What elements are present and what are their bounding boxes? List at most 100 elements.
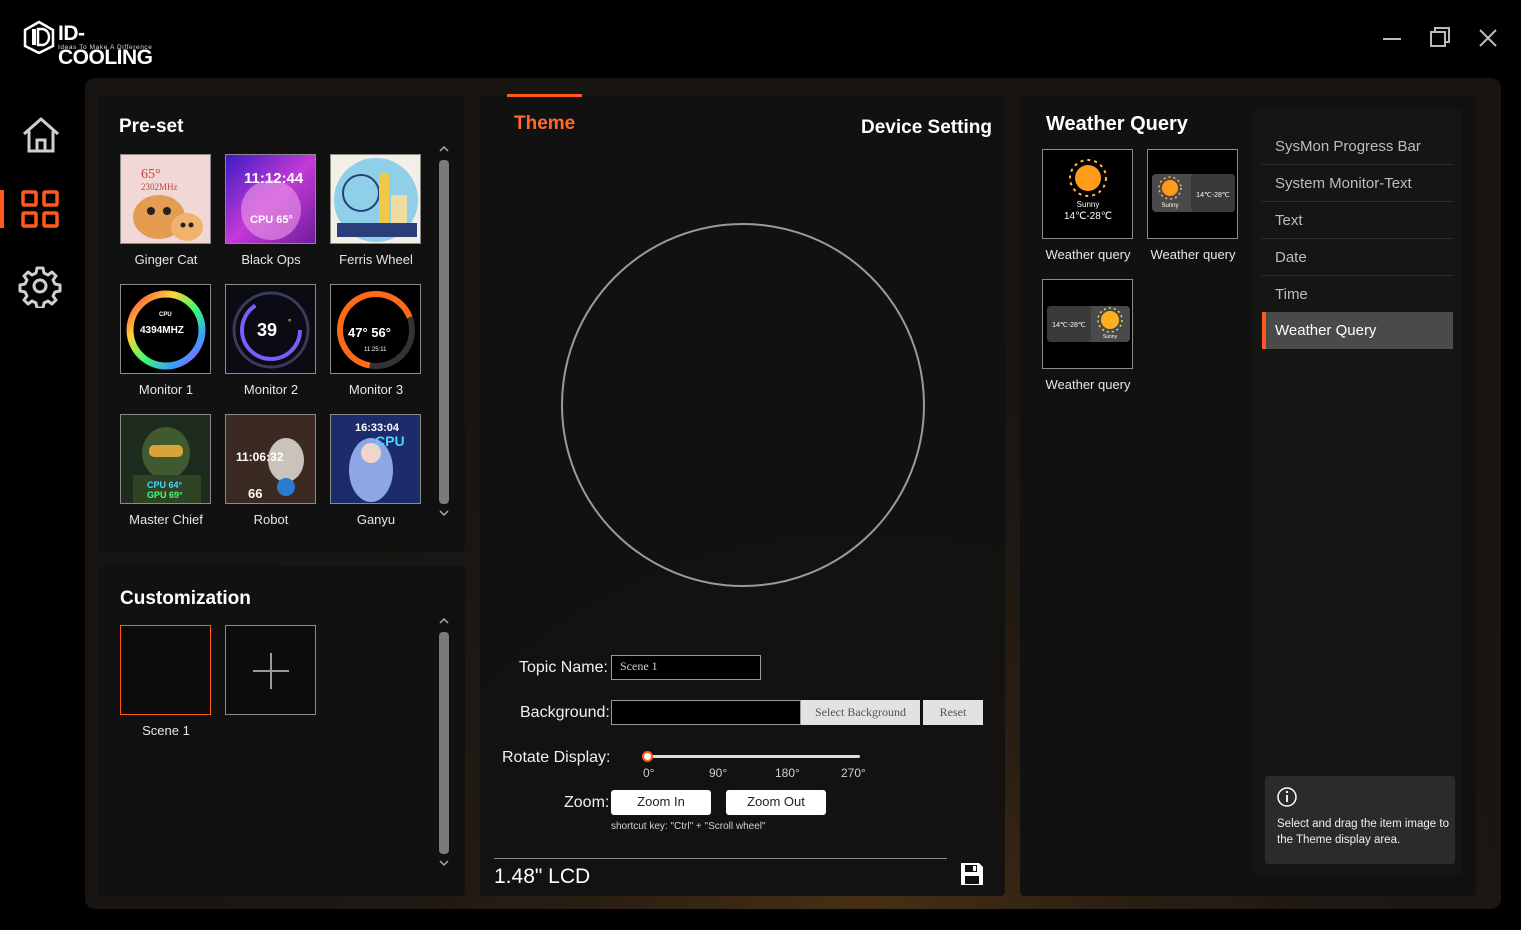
add-scene-tile[interactable]	[225, 625, 316, 715]
preset-thumbnail[interactable]	[330, 154, 421, 244]
preset-label: Ganyu	[356, 512, 396, 527]
preset-item-ginger-cat[interactable]: 65° 2302MHz Ginger Cat	[120, 154, 212, 267]
preset-overlay: 11:06:32	[236, 450, 284, 464]
zoom-in-button[interactable]: Zoom In	[611, 790, 711, 815]
preset-label: Master Chief	[129, 512, 203, 527]
weather-label: Weather query	[1045, 377, 1131, 392]
preset-overlay-2: 66	[248, 486, 262, 501]
grid-icon[interactable]	[18, 186, 64, 232]
save-icon[interactable]	[959, 861, 985, 887]
brand-tagline: Ideas To Make A Difference	[58, 44, 153, 51]
preset-item-ferris-wheel[interactable]: Ferris Wheel	[330, 154, 422, 267]
preset-thumbnail[interactable]: 39 °	[225, 284, 316, 374]
customization-scrollbar[interactable]	[437, 614, 451, 872]
preset-item-master-chief[interactable]: CPU 64° GPU 69° Master Chief	[120, 414, 212, 527]
topic-name-label: Topic Name:	[519, 659, 608, 676]
category-text[interactable]: Text	[1262, 202, 1453, 239]
weather-label: Weather query	[1045, 247, 1131, 262]
divider	[494, 858, 947, 859]
custom-item-scene-1[interactable]: Scene 1	[120, 625, 212, 738]
scroll-up-icon[interactable]	[437, 142, 451, 156]
weather-temp: 14℃-28℃	[1196, 192, 1230, 199]
preset-item-monitor-3[interactable]: 47° 56° 11:25:11 Monitor 3	[330, 284, 422, 397]
preset-label: Monitor 3	[348, 382, 404, 397]
widget-category-list: SysMon Progress Bar System Monitor-Text …	[1253, 110, 1462, 874]
weather-widget-1[interactable]: Sunny 14℃-28℃ Weather query	[1042, 149, 1134, 262]
preset-item-ganyu[interactable]: 16:33:04 CPU Ganyu	[330, 414, 422, 527]
preset-label: Ginger Cat	[134, 252, 198, 267]
gear-icon[interactable]	[18, 262, 64, 308]
weather-label: Weather query	[1150, 247, 1236, 262]
scroll-thumb[interactable]	[439, 160, 449, 504]
weather-query-title: Weather Query	[1046, 113, 1188, 135]
weather-thumbnail[interactable]: 14℃-28℃ Sunny	[1042, 279, 1133, 369]
plus-icon	[253, 653, 289, 689]
preset-overlay-2: GPU 69°	[147, 490, 183, 500]
preset-thumbnail[interactable]: 11:12:44 CPU 65°	[225, 154, 316, 244]
rotate-tick: 270°	[841, 766, 866, 780]
preset-overlay-2: 11:25:11	[364, 347, 387, 353]
reset-button[interactable]: Reset	[923, 700, 983, 725]
weather-thumbnail[interactable]: Sunny 14℃-28℃	[1147, 149, 1238, 239]
weather-widget-2[interactable]: Sunny 14℃-28℃ Weather query	[1147, 149, 1239, 262]
info-icon	[1277, 787, 1297, 807]
rotate-tick: 90°	[709, 766, 728, 780]
close-icon[interactable]	[1474, 24, 1502, 52]
shortcut-hint: shortcut key: "Ctrl" + "Scroll wheel"	[611, 821, 766, 832]
topic-name-input[interactable]: Scene 1	[611, 655, 761, 680]
weather-temp: 14℃-28℃	[1064, 211, 1112, 222]
category-sysmon-progress-bar[interactable]: SysMon Progress Bar	[1262, 128, 1453, 165]
weather-thumbnail[interactable]: Sunny 14℃-28℃	[1042, 149, 1133, 239]
preset-thumbnail[interactable]: CPU 64° GPU 69°	[120, 414, 211, 504]
preset-thumbnail[interactable]: 65° 2302MHz	[120, 154, 211, 244]
app-logo: ID-COOLING Ideas To Make A Difference	[22, 20, 172, 69]
tab-theme[interactable]: Theme	[514, 113, 575, 135]
add-scene-button[interactable]	[225, 625, 317, 715]
custom-label: Scene 1	[142, 723, 190, 738]
weather-condition: Sunny	[1103, 334, 1118, 340]
maximize-icon[interactable]	[1426, 24, 1454, 52]
preset-item-robot[interactable]: 11:06:32 66 Robot	[225, 414, 317, 527]
preset-thumbnail[interactable]: 11:06:32 66	[225, 414, 316, 504]
rotate-slider-handle[interactable]	[642, 751, 653, 762]
preset-item-monitor-1[interactable]: CPU 4394MHZ Monitor 1	[120, 284, 212, 397]
scroll-thumb[interactable]	[439, 632, 449, 854]
scroll-up-icon[interactable]	[437, 614, 451, 628]
preset-overlay: 65°	[141, 167, 161, 182]
preset-overlay: 4394MHZ	[140, 325, 184, 336]
logo-mark-icon	[23, 20, 55, 54]
customization-title: Customization	[120, 588, 251, 609]
home-icon[interactable]	[18, 112, 64, 158]
zoom-out-button[interactable]: Zoom Out	[726, 790, 826, 815]
tab-device-setting[interactable]: Device Setting	[861, 117, 992, 139]
preset-thumbnail[interactable]: 16:33:04 CPU	[330, 414, 421, 504]
preset-overlay: CPU 64°	[147, 480, 183, 490]
preset-overlay-2: 2302MHz	[141, 182, 178, 192]
lcd-display-area[interactable]	[561, 223, 925, 587]
category-system-monitor-text[interactable]: System Monitor-Text	[1262, 165, 1453, 202]
preset-item-monitor-2[interactable]: 39 ° Monitor 2	[225, 284, 317, 397]
preset-overlay-2: CPU	[375, 433, 405, 449]
weather-widget-3[interactable]: 14℃-28℃ Sunny Weather query	[1042, 279, 1134, 392]
nav-active-indicator	[0, 190, 4, 228]
category-weather-query[interactable]: Weather Query	[1262, 312, 1453, 349]
scroll-down-icon[interactable]	[437, 506, 451, 520]
title-bar: ID-COOLING Ideas To Make A Difference	[0, 0, 1521, 78]
preset-thumbnail[interactable]: CPU 4394MHZ	[120, 284, 211, 374]
rotate-slider-track[interactable]	[646, 755, 860, 758]
preset-label: Ferris Wheel	[339, 252, 413, 267]
scene-thumbnail[interactable]	[120, 625, 211, 715]
category-date[interactable]: Date	[1262, 239, 1453, 276]
preset-thumbnail[interactable]: 47° 56° 11:25:11	[330, 284, 421, 374]
category-time[interactable]: Time	[1262, 276, 1453, 313]
preset-overlay: 47° 56°	[348, 325, 391, 340]
select-background-button[interactable]: Select Background	[801, 700, 920, 725]
preset-scrollbar[interactable]	[437, 142, 451, 522]
preset-item-black-ops[interactable]: 11:12:44 CPU 65° Black Ops	[225, 154, 317, 267]
rotate-tick: 180°	[775, 766, 800, 780]
minimize-icon[interactable]	[1378, 24, 1406, 52]
preset-overlay-2: °	[288, 318, 291, 327]
background-input[interactable]	[611, 700, 801, 725]
preset-overlay: 11:12:44	[244, 170, 304, 187]
scroll-down-icon[interactable]	[437, 856, 451, 870]
